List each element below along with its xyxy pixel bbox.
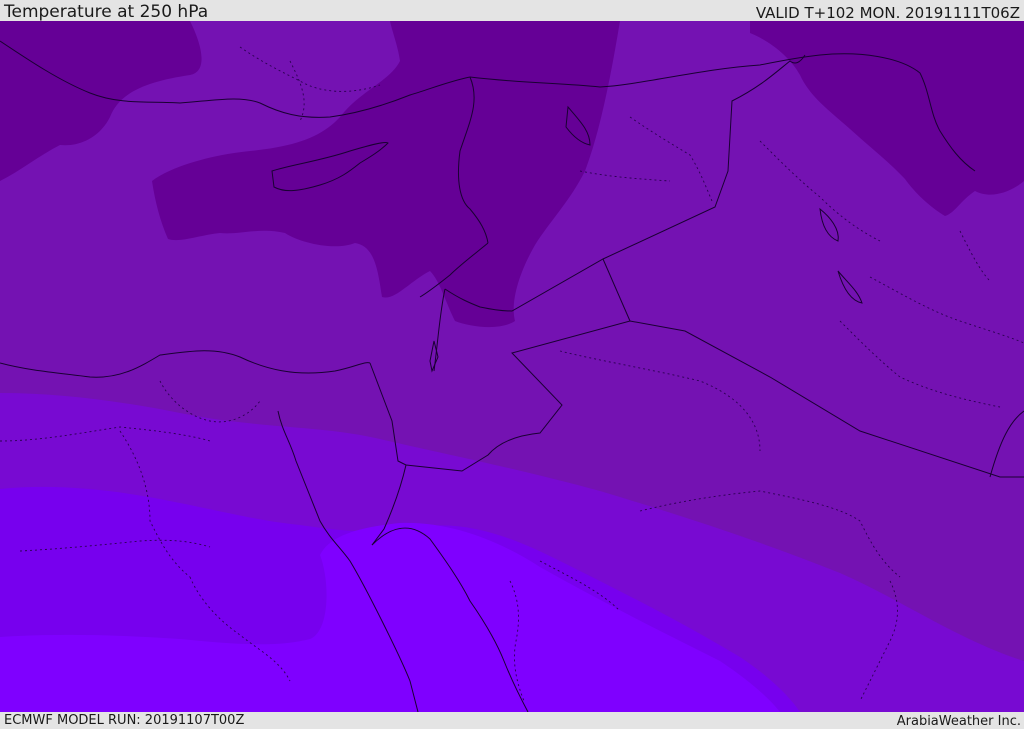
temperature-map[interactable]: [0, 21, 1024, 712]
header-bar: Temperature at 250 hPa VALID T+102 MON. …: [0, 0, 1024, 21]
map-canvas: [0, 21, 1024, 712]
credit: ArabiaWeather Inc.: [896, 714, 1021, 729]
map-title: Temperature at 250 hPa: [4, 2, 209, 22]
valid-time: VALID T+102 MON. 20191111T06Z: [755, 4, 1020, 22]
model-run: ECMWF MODEL RUN: 20191107T00Z: [4, 713, 245, 728]
footer-bar: ECMWF MODEL RUN: 20191107T00Z ArabiaWeat…: [0, 712, 1024, 729]
